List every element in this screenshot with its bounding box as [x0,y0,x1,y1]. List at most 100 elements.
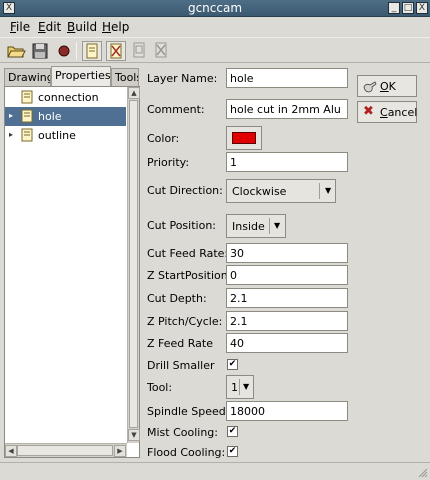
scroll-up-icon[interactable]: ▲ [128,87,140,99]
z-pitch-cycle-label: Z Pitch/Cycle: [147,315,223,328]
tab-drawing[interactable]: Drawing [4,68,51,86]
z-start-position-field[interactable]: 0 [226,265,348,285]
tree-item-outline[interactable]: ▸ outline [5,126,126,145]
combo-divider [319,183,320,199]
tab-tools[interactable]: Tools [111,68,139,86]
layer-cut-icon [155,42,167,58]
horizontal-scrollbar[interactable]: ◀ ▶ [5,443,127,457]
delete-layer-button[interactable] [106,41,126,61]
menu-build-accel: B [67,20,76,34]
layer-name-field[interactable]: hole [226,68,348,88]
cut-feed-rate-field[interactable]: 30 [226,243,348,263]
scroll-down-icon[interactable]: ▼ [128,429,140,441]
cancel-button[interactable]: ✖ Cancel [357,101,417,123]
z-feed-rate-field[interactable]: 40 [226,333,348,353]
drill-smaller-checkbox[interactable]: ✔ [227,359,238,370]
tool-label: Tool: [147,381,173,394]
ok-button-label: OK [380,80,396,93]
menu-help[interactable]: Help [102,20,129,34]
color-swatch [232,132,256,144]
flood-cooling-checkbox[interactable]: ✔ [227,446,238,457]
cut-layer-button[interactable] [152,41,172,61]
comment-field[interactable]: hole cut in 2mm Alu [226,99,348,119]
tree-item-label: hole [38,110,62,123]
cancel-button-label: Cancel [380,106,417,119]
toolbar-separator [76,42,77,60]
toolbar [0,37,430,63]
resize-grip-icon[interactable] [416,466,428,478]
drill-smaller-label: Drill Smaller [147,359,215,372]
mist-cooling-checkbox[interactable]: ✔ [227,426,238,437]
priority-label: Priority: [147,156,190,169]
cut-position-value: Inside [232,220,265,233]
open-button[interactable] [6,41,26,61]
menu-build[interactable]: Build [67,20,97,34]
ok-button[interactable]: OK [357,75,417,97]
cancel-x-icon: ✖ [363,104,374,119]
scroll-left-icon[interactable]: ◀ [5,445,17,457]
chevron-down-icon: ▼ [274,221,281,230]
menu-edit-label: dit [45,20,62,34]
z-feed-rate-label: Z Feed Rate [147,337,213,350]
minimize-icon: _ [391,3,397,13]
cut-depth-field[interactable]: 2.1 [226,288,348,308]
checkmark-icon: ✔ [228,446,237,456]
minimize-button[interactable]: _ [388,2,400,14]
z-start-position-label: Z StartPosition: [147,269,232,282]
checkmark-icon: ✔ [228,359,237,369]
ok-hand-icon [363,81,377,93]
menu-edit-accel: E [38,20,46,34]
vertical-scrollbar[interactable]: ▲ ▼ [127,87,140,443]
z-pitch-cycle-field[interactable]: 2.1 [226,311,348,331]
vertical-scroll-thumb[interactable] [129,100,138,428]
tree-expander-icon[interactable]: ▸ [9,130,13,139]
priority-field[interactable]: 1 [226,152,348,172]
menu-build-label: uild [75,20,98,34]
layer-file-icon [21,128,33,142]
combo-divider [239,379,240,395]
tree-item-connection[interactable]: connection [5,88,126,107]
tool-value: 1 [231,381,238,394]
save-button[interactable] [30,41,50,61]
cut-direction-label: Cut Direction: [147,184,223,197]
ok-accel: O [380,80,389,93]
tree-expander-icon[interactable]: ▸ [9,111,13,120]
ok-rest: K [388,80,396,93]
spindle-speed-label: Spindle Speed: [147,405,230,418]
window-title: gcnccam [187,1,243,15]
tab-drawing-label: Drawing [8,71,51,84]
notebook-tabs: Drawing Properties Tools [4,66,139,86]
tab-tools-label: Tools [115,71,138,84]
maximize-button[interactable]: □ [402,2,414,14]
cut-direction-combo[interactable]: Clockwise ▼ [226,179,336,203]
tab-properties-label: Properties [55,69,111,82]
layer-copy-icon [133,42,145,58]
close-button[interactable]: X [416,2,428,14]
flood-cooling-label: Flood Cooling: [147,446,226,459]
cut-position-label: Cut Position: [147,219,216,232]
menu-file[interactable]: File [10,20,30,34]
maximize-icon: □ [403,3,413,13]
scroll-right-icon[interactable]: ▶ [114,445,126,457]
save-disk-icon [32,43,48,59]
cancel-rest: ancel [387,106,418,119]
title-bar: X gcnccam _ □ X [0,0,430,17]
cut-direction-value: Clockwise [232,185,287,198]
cut-feed-rate-label: Cut Feed Rate: [147,247,229,260]
layer-new-icon [86,43,98,59]
layer-name-label: Layer Name: [147,72,218,85]
mist-cooling-label: Mist Cooling: [147,426,219,439]
cut-position-combo[interactable]: Inside ▼ [226,214,286,238]
cut-depth-label: Cut Depth: [147,292,207,305]
color-picker-button[interactable] [226,126,262,150]
record-button[interactable] [54,41,74,61]
tree-item-hole[interactable]: ▸ hole [5,107,126,126]
tool-combo[interactable]: 1 ▼ [226,375,254,399]
spindle-speed-field[interactable]: 18000 [226,401,348,421]
tab-properties[interactable]: Properties [51,66,111,86]
layer-tree[interactable]: connection ▸ hole ▸ outline ▲ ▼ ◀ ▶ [4,86,140,458]
horizontal-scroll-thumb[interactable] [17,445,113,456]
menu-edit[interactable]: Edit [38,20,61,34]
new-layer-button[interactable] [82,41,102,61]
copy-layer-button[interactable] [130,41,150,61]
